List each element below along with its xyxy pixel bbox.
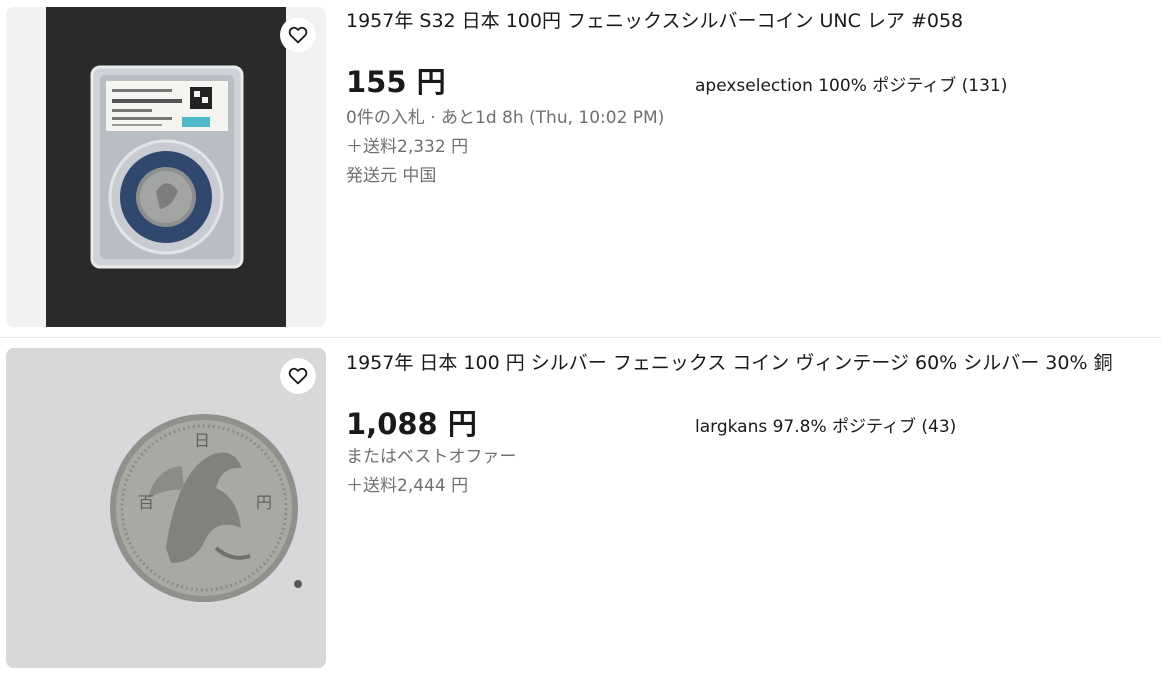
listing-item[interactable]: 1957年 S32 日本 100円 フェニックスシルバーコイン UNC レア #… bbox=[0, 0, 1161, 338]
listing-divider bbox=[0, 337, 1161, 338]
watch-button[interactable] bbox=[280, 358, 316, 394]
heart-icon bbox=[288, 367, 308, 385]
graded-coin-slab-image bbox=[6, 7, 326, 327]
shipping-cost: ＋送料2,332 円 bbox=[346, 137, 469, 157]
seller-info: apexselection 100% ポジティブ (131) bbox=[695, 76, 1008, 96]
listing-item[interactable]: 日 百 円 1957年 日本 100 円 シルバー フェニックス コイン ヴィン… bbox=[0, 339, 1161, 677]
item-image[interactable]: 日 百 円 bbox=[6, 348, 326, 668]
svg-text:日: 日 bbox=[194, 431, 210, 450]
item-price: 155 円 bbox=[346, 65, 446, 99]
item-price: 1,088 円 bbox=[346, 407, 477, 441]
shipping-cost: ＋送料2,444 円 bbox=[346, 476, 469, 496]
item-title-link[interactable]: 1957年 S32 日本 100円 フェニックスシルバーコイン UNC レア #… bbox=[346, 7, 963, 35]
bids-time-left: 0件の入札 · あと1d 8h (Thu, 10:02 PM) bbox=[346, 108, 665, 128]
best-offer-text: またはベストオファー bbox=[346, 447, 517, 467]
heart-icon bbox=[288, 26, 308, 44]
item-title-link[interactable]: 1957年 日本 100 円 シルバー フェニックス コイン ヴィンテージ 60… bbox=[346, 349, 1113, 377]
silver-coin-image: 日 百 円 bbox=[6, 348, 326, 668]
svg-text:百: 百 bbox=[138, 493, 154, 512]
watch-button[interactable] bbox=[280, 17, 316, 53]
seller-info: largkans 97.8% ポジティブ (43) bbox=[695, 417, 957, 437]
item-origin: 発送元 中国 bbox=[346, 166, 437, 186]
item-image[interactable] bbox=[6, 7, 326, 327]
svg-text:円: 円 bbox=[256, 493, 272, 512]
